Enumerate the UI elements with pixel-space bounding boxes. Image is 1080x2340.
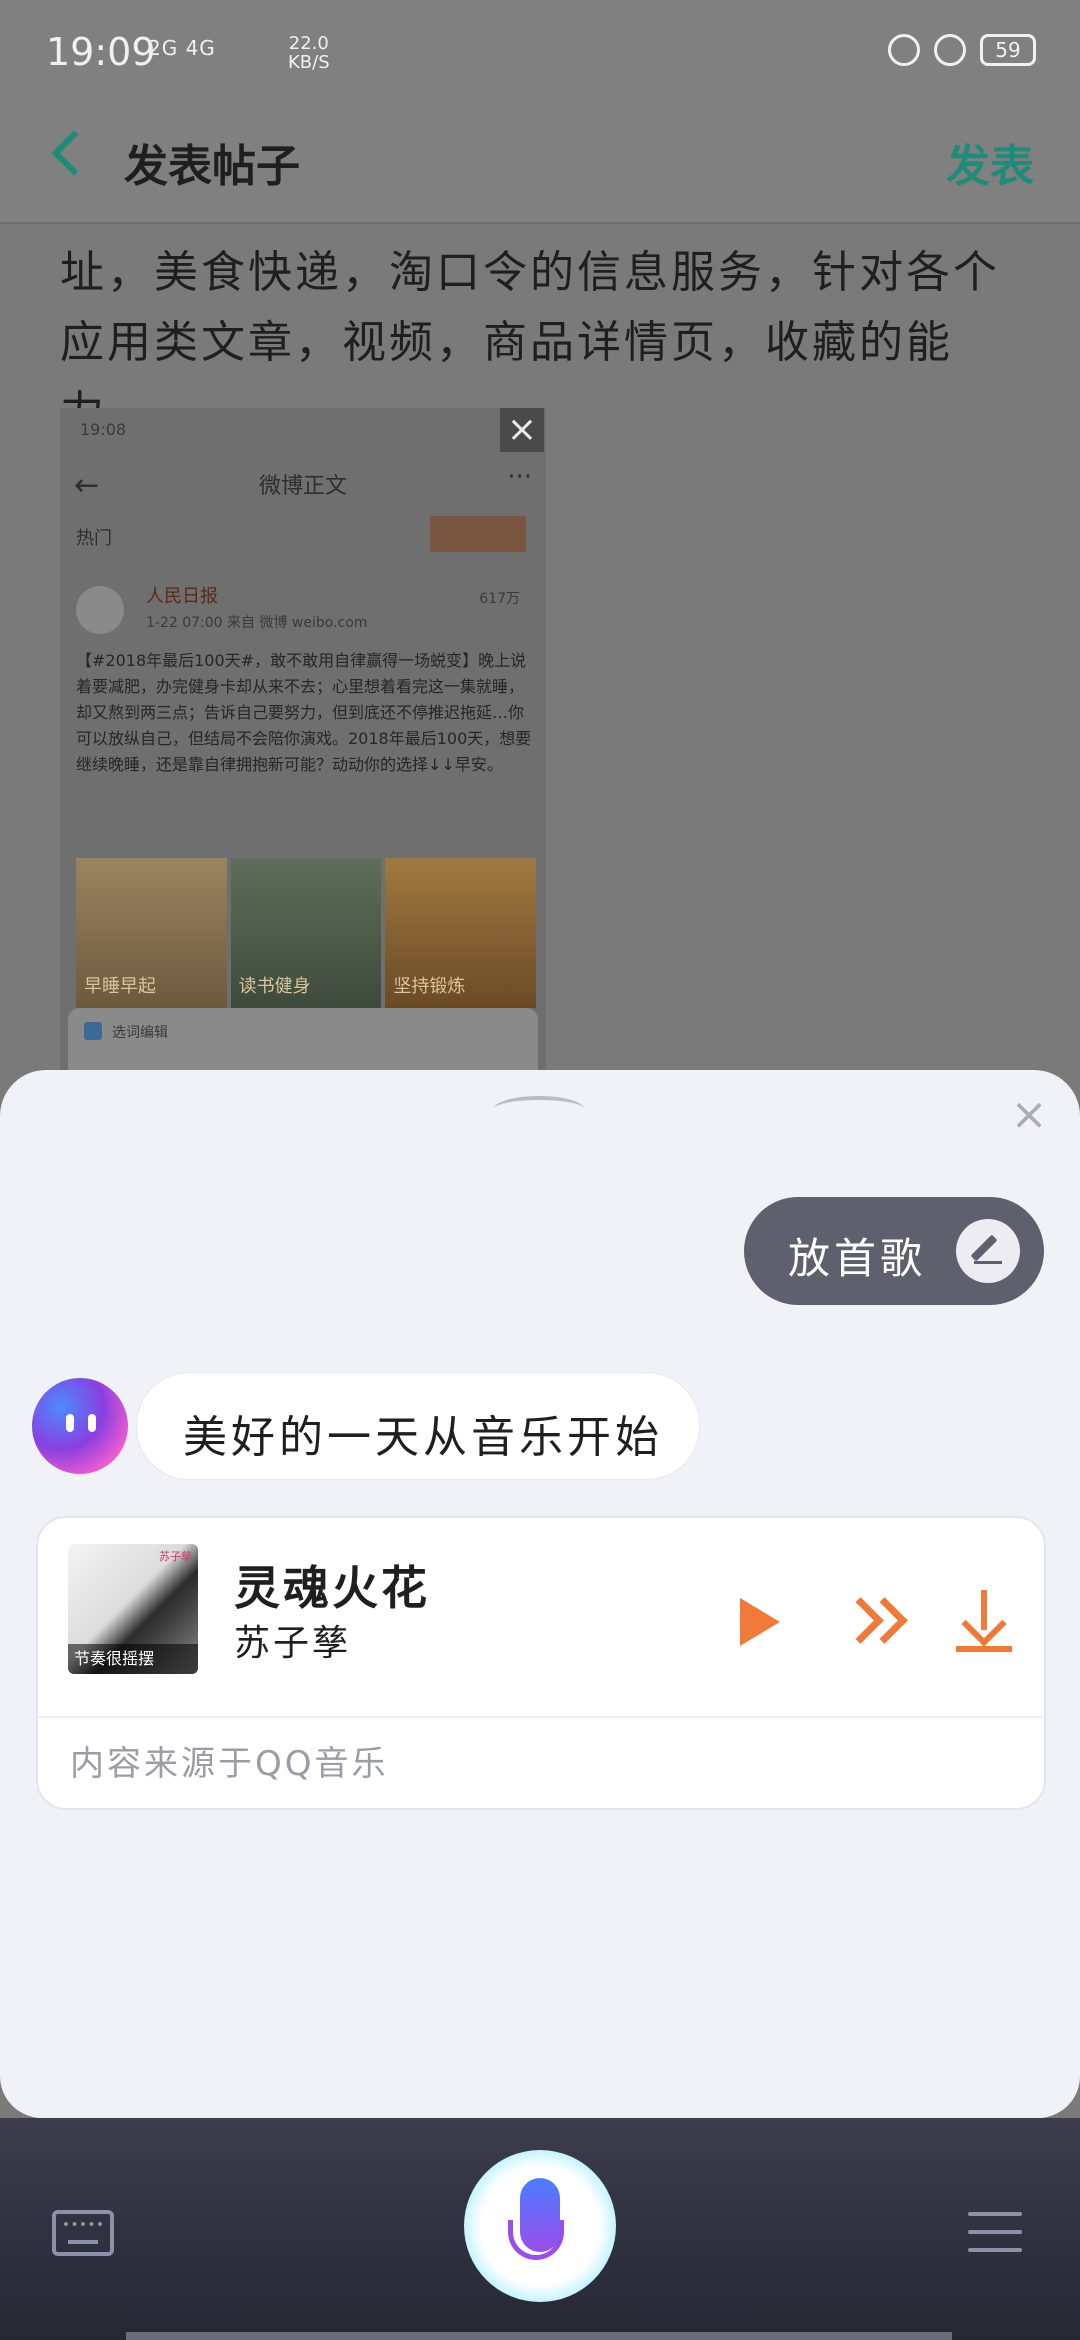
home-indicator — [126, 2332, 952, 2340]
album-cover-label: 节奏很摇摆 — [68, 1644, 198, 1674]
embedded-account-name: 人民日报 — [146, 586, 218, 607]
microphone-button[interactable] — [464, 2150, 616, 2302]
content-source: 内容来源于QQ音乐 — [70, 1744, 389, 1784]
edit-note-icon — [84, 1022, 102, 1040]
embedded-edit-label: 选词编辑 — [112, 1025, 168, 1041]
network-speed: 22.0 KB/S — [288, 34, 330, 72]
close-icon[interactable]: × — [1004, 1090, 1054, 1140]
embedded-meta: 1-22 07:00 来自 微博 weibo.com — [146, 615, 368, 631]
album-cover[interactable]: 苏子孳 节奏很摇摆 — [68, 1544, 198, 1674]
download-icon[interactable] — [956, 1590, 1012, 1656]
microphone-icon — [520, 2178, 560, 2252]
embedded-title: 微博正文 — [258, 474, 347, 499]
pencil-icon[interactable] — [956, 1219, 1020, 1283]
embedded-image: 坚持锻炼 — [385, 858, 537, 1008]
song-title: 灵魂火花 — [234, 1561, 430, 1615]
embedded-image: 读书健身 — [230, 858, 382, 1008]
remove-attachment-close-icon[interactable]: × — [500, 408, 544, 452]
signal-indicator: 2G 4G — [148, 36, 216, 60]
embedded-banner-image — [430, 516, 526, 552]
page-title: 发表帖子 — [124, 141, 300, 192]
song-artist: 苏子孳 — [234, 1623, 352, 1664]
header-divider — [0, 222, 1080, 224]
publish-button[interactable]: 发表 — [946, 130, 1034, 194]
play-icon[interactable] — [740, 1598, 780, 1646]
chevron-left-icon[interactable] — [51, 130, 97, 176]
keyboard-icon[interactable] — [52, 2210, 114, 2256]
assistant-reply-bubble: 美好的一天从音乐开始 — [136, 1372, 700, 1480]
speed-value: 22.0 — [288, 33, 329, 54]
embedded-avatar — [76, 586, 124, 634]
lock-rotation-icon — [888, 34, 920, 66]
embedded-tab: 热门 — [76, 528, 112, 549]
voice-assistant-sheet: × 放首歌 美好的一天从音乐开始 苏子孳 节奏很摇摆 灵魂火花 苏子孳 内容来源… — [0, 1070, 1080, 2118]
alarm-icon — [934, 34, 966, 66]
embedded-status-time: 19:08 — [80, 420, 127, 439]
more-icon: ··· — [507, 462, 532, 492]
attached-screenshot[interactable]: 19:08 ← 微博正文 ··· 热门 人民日报 1-22 07:00 来自 微… — [60, 408, 546, 1076]
album-cover-artist: 苏子孳 — [159, 1550, 192, 1563]
status-bar: 19:09 2G 4G 22.0 KB/S 59 — [0, 0, 1080, 110]
assistant-reply-text: 美好的一天从音乐开始 — [183, 1412, 663, 1463]
status-time: 19:09 — [46, 30, 156, 74]
app-bar: 发表帖子 发表 — [0, 110, 1080, 222]
embedded-image: 早睡早起 — [76, 858, 227, 1008]
assistant-avatar — [32, 1378, 128, 1474]
embedded-count: 617万 — [479, 591, 520, 607]
status-icons: 59 — [888, 34, 1036, 66]
embedded-edit-bar: 选词编辑 — [68, 1008, 538, 1076]
collapse-handle-icon[interactable] — [494, 1096, 584, 1122]
user-query-text: 放首歌 — [788, 1234, 927, 1283]
fast-forward-icon[interactable] — [837, 1592, 908, 1652]
card-divider — [38, 1716, 1044, 1718]
hamburger-menu-icon[interactable] — [968, 2212, 1022, 2252]
music-card[interactable]: 苏子孳 节奏很摇摆 灵魂火花 苏子孳 内容来源于QQ音乐 — [36, 1516, 1046, 1810]
embedded-image-grid: 早睡早起 读书健身 坚持锻炼 — [76, 858, 537, 1008]
battery-icon: 59 — [980, 34, 1036, 66]
user-query-bubble: 放首歌 — [744, 1197, 1044, 1305]
embedded-post-text: 【#2018年最后100天#，敢不敢用自律赢得一场蜕变】晚上说着要减肥，办完健身… — [76, 651, 532, 774]
embedded-nav-bar: ← 微博正文 ··· — [60, 458, 546, 506]
speed-unit: KB/S — [288, 52, 330, 73]
